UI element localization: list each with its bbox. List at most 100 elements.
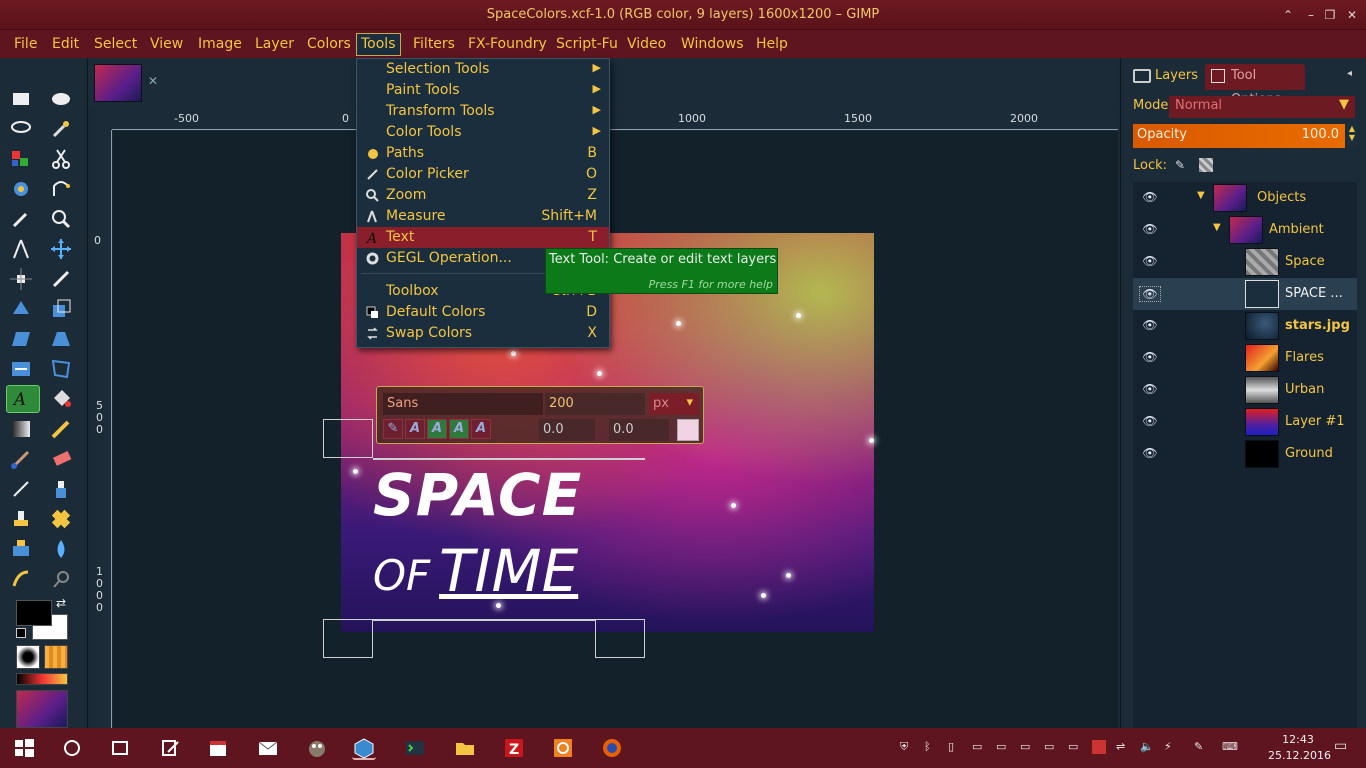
color-picker-icon[interactable] bbox=[8, 206, 34, 232]
menu-layer[interactable]: Layer bbox=[251, 35, 298, 55]
tray-app-icon[interactable]: ▭ bbox=[1020, 740, 1034, 754]
mode-select[interactable]: Normal ▼ bbox=[1169, 96, 1355, 118]
menu-view[interactable]: View bbox=[146, 35, 187, 55]
virtualbox-icon[interactable] bbox=[352, 736, 376, 760]
menu-item-measure[interactable]: Measure Shift+M bbox=[357, 206, 609, 227]
volume-icon[interactable]: 🔈 bbox=[1140, 740, 1154, 754]
settings-icon[interactable] bbox=[551, 736, 575, 760]
flip-icon[interactable] bbox=[8, 356, 34, 382]
tray-app-icon[interactable]: ▭ bbox=[972, 740, 986, 754]
measure-icon[interactable] bbox=[8, 236, 34, 262]
gradient-preview[interactable] bbox=[16, 673, 68, 685]
eye-icon[interactable]: 👁 bbox=[1139, 222, 1161, 238]
text-tool-icon[interactable]: A bbox=[6, 385, 40, 413]
folder-icon[interactable] bbox=[453, 736, 477, 760]
fuzzy-select-icon[interactable] bbox=[48, 116, 74, 142]
system-clock[interactable]: 12:43 25.12.2016 bbox=[1268, 732, 1331, 764]
italic-icon[interactable]: A bbox=[427, 419, 447, 439]
terminal-icon[interactable] bbox=[403, 736, 427, 760]
task-view-icon[interactable] bbox=[108, 736, 132, 760]
eye-icon[interactable]: 👁 bbox=[1139, 318, 1161, 334]
chevron-down-icon[interactable]: ▼ bbox=[1197, 190, 1205, 201]
scissors-icon[interactable] bbox=[48, 146, 74, 172]
heal-icon[interactable] bbox=[48, 506, 74, 532]
mail-icon[interactable] bbox=[256, 736, 280, 760]
ink-icon[interactable] bbox=[48, 476, 74, 502]
paintbrush-icon[interactable] bbox=[8, 446, 34, 472]
tab-tool-options[interactable]: Tool Options bbox=[1205, 64, 1305, 107]
unit-select[interactable]: px ▾ bbox=[649, 393, 699, 415]
close-button[interactable]: ✕ bbox=[1343, 6, 1361, 24]
eye-icon[interactable]: 👁 bbox=[1139, 446, 1161, 462]
align-icon[interactable] bbox=[8, 266, 34, 292]
menu-file[interactable]: File bbox=[10, 35, 41, 55]
rotate-icon[interactable] bbox=[8, 296, 34, 322]
pattern-preview[interactable] bbox=[44, 645, 68, 669]
layer-row[interactable]: 👁 Layer #1 bbox=[1133, 406, 1357, 438]
zoom-icon[interactable] bbox=[48, 206, 74, 232]
usb-icon[interactable]: ▯ bbox=[948, 740, 962, 754]
tray-app-icon[interactable]: ▭ bbox=[1068, 740, 1082, 754]
dodge-burn-icon[interactable] bbox=[48, 566, 74, 592]
layer-row[interactable]: 👁 SPACE ... bbox=[1133, 278, 1357, 310]
lock-alpha-icon[interactable] bbox=[1199, 158, 1213, 172]
perspective-icon[interactable] bbox=[48, 326, 74, 352]
network-icon[interactable]: ⇌ bbox=[1116, 740, 1130, 754]
pencil-icon[interactable] bbox=[48, 416, 74, 442]
pen-icon[interactable]: ✎ bbox=[1194, 740, 1208, 754]
font-input[interactable]: Sans bbox=[383, 393, 543, 415]
eye-icon[interactable]: 👁 bbox=[1139, 350, 1161, 366]
windows-start-icon[interactable] bbox=[12, 736, 36, 760]
menu-item-color-picker[interactable]: Color Picker O bbox=[357, 164, 609, 185]
menu-colors[interactable]: Colors bbox=[303, 35, 355, 55]
vertical-ruler[interactable]: 0 5 0 0 1 0 0 0 bbox=[92, 130, 112, 728]
swap-colors-icon[interactable]: ⇄ bbox=[56, 596, 66, 610]
tray-app-icon[interactable] bbox=[1092, 740, 1106, 754]
ellipse-select-icon[interactable] bbox=[48, 86, 74, 112]
up-arrow-icon[interactable]: ⌃ bbox=[1279, 6, 1297, 24]
smudge-icon[interactable] bbox=[8, 566, 34, 592]
eye-icon[interactable]: 👁 bbox=[1139, 286, 1161, 302]
layer-row[interactable]: 👁 stars.jpg bbox=[1133, 310, 1357, 342]
cage-transform-icon[interactable] bbox=[48, 356, 74, 382]
keyboard-icon[interactable]: ⌨ bbox=[1222, 740, 1244, 754]
clone-icon[interactable] bbox=[8, 506, 34, 532]
ruler-corner[interactable] bbox=[92, 110, 112, 130]
menu-filters[interactable]: Filters bbox=[409, 35, 459, 55]
cortana-icon[interactable] bbox=[60, 736, 84, 760]
menu-select[interactable]: Select bbox=[90, 35, 141, 55]
layer-row[interactable]: 👁 Flares bbox=[1133, 342, 1357, 374]
menu-item-default-colors[interactable]: Default Colors D bbox=[357, 302, 609, 323]
text-color-swatch[interactable] bbox=[677, 419, 699, 441]
text-box-handle[interactable] bbox=[323, 619, 373, 658]
kerning-input[interactable]: 0.0 bbox=[609, 419, 669, 441]
minimize-button[interactable]: – bbox=[1302, 6, 1320, 24]
eye-icon[interactable]: 👁 bbox=[1139, 254, 1161, 270]
active-image-thumbnail[interactable] bbox=[16, 690, 68, 728]
shear-icon[interactable] bbox=[8, 326, 34, 352]
menu-item-paint-tools[interactable]: Paint Tools ▶ bbox=[357, 80, 609, 101]
perspective-clone-icon[interactable] bbox=[8, 536, 34, 562]
scale-icon[interactable] bbox=[48, 296, 74, 322]
move-icon[interactable] bbox=[48, 236, 74, 262]
close-icon[interactable]: ✕ bbox=[148, 74, 158, 88]
menu-item-selection-tools[interactable]: Selection Tools ▶ bbox=[357, 59, 609, 80]
dock-menu-icon[interactable]: ◂ bbox=[1347, 68, 1352, 79]
filezilla-icon[interactable]: Z bbox=[502, 736, 526, 760]
menu-help[interactable]: Help bbox=[752, 35, 792, 55]
image-tab-thumbnail[interactable] bbox=[94, 64, 142, 102]
default-colors-icon[interactable] bbox=[16, 628, 26, 638]
eye-icon[interactable]: 👁 bbox=[1139, 414, 1161, 430]
shield-icon[interactable]: ⛨ bbox=[900, 740, 914, 754]
layer-row[interactable]: 👁 Urban bbox=[1133, 374, 1357, 406]
gimp-icon[interactable] bbox=[305, 736, 329, 760]
eye-icon[interactable]: 👁 bbox=[1139, 382, 1161, 398]
font-size-input[interactable]: 200 bbox=[545, 393, 645, 415]
tray-app-icon[interactable]: ▭ bbox=[1044, 740, 1058, 754]
chevron-down-icon[interactable]: ▼ bbox=[1213, 222, 1221, 233]
menu-item-transform-tools[interactable]: Transform Tools ▶ bbox=[357, 101, 609, 122]
airbrush-icon[interactable] bbox=[8, 476, 34, 502]
strikethrough-icon[interactable]: A bbox=[471, 419, 491, 439]
menu-item-paths[interactable]: Paths B bbox=[357, 143, 609, 164]
bold-icon[interactable]: A bbox=[405, 419, 425, 439]
